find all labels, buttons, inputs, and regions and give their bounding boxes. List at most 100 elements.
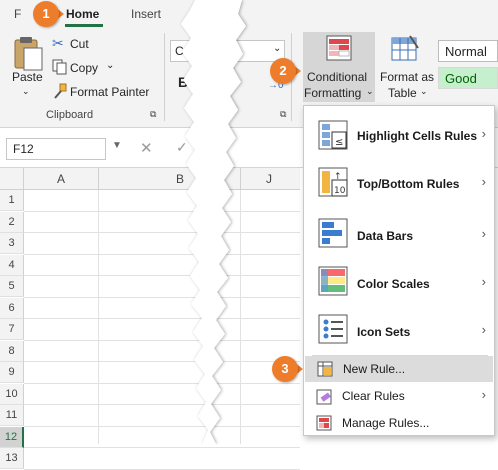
format-painter-label: Format Painter <box>70 85 150 99</box>
column-header-row: A B J <box>0 168 300 190</box>
eraser-icon <box>316 389 332 405</box>
tab-page-layout[interactable]: Pa <box>193 7 208 21</box>
gridline <box>24 361 300 362</box>
cut-button[interactable]: ✂ Cut <box>52 35 112 53</box>
gridline <box>24 275 300 276</box>
column-header-a[interactable]: A <box>57 172 65 186</box>
clipboard-group-label: Clipboard <box>46 109 94 121</box>
row-header[interactable]: 6 <box>0 297 24 319</box>
row-header[interactable]: 11 <box>0 405 24 426</box>
gridline <box>24 468 300 470</box>
menu-item-new-rule[interactable]: New Rule... <box>305 356 493 382</box>
cut-label: Cut <box>70 37 89 51</box>
cancel-entry-icon[interactable]: ✕ <box>140 139 153 157</box>
copy-label: Copy <box>70 61 99 75</box>
row-header[interactable]: 7 <box>0 319 24 340</box>
style-good-label: Good <box>445 71 477 86</box>
gridline <box>240 190 241 444</box>
menu-label-topbottom: Top/Bottom Rules <box>357 177 460 191</box>
row-header[interactable]: 2 <box>0 211 24 233</box>
color-scales-icon <box>318 266 348 296</box>
menu-label-clearrules: Clear Rules <box>342 389 405 403</box>
row-header[interactable]: 5 <box>0 276 24 297</box>
icon-sets-icon <box>318 314 348 344</box>
chevron-right-icon: › <box>481 274 486 289</box>
menu-label-colorscales: Color Scales <box>357 277 430 291</box>
row-header[interactable]: 1 <box>0 190 24 211</box>
conditional-formatting-button[interactable]: Conditional Formatting ⌄ <box>303 32 375 102</box>
scissors-icon: ✂ <box>52 35 64 51</box>
callout-badge-2: 2 <box>270 58 296 84</box>
chevron-down-icon[interactable]: ▼ <box>112 140 122 151</box>
confirm-entry-icon[interactable]: ✓ <box>176 139 188 156</box>
row-header[interactable]: 13 <box>0 448 24 469</box>
column-header-j[interactable]: J <box>266 172 272 186</box>
menu-item-manage-rules[interactable]: Manage Rules... <box>304 410 494 436</box>
menu-label-newrule: New Rule... <box>343 362 406 376</box>
chevron-right-icon: › <box>481 174 486 189</box>
chevron-down-icon: ⌄ <box>22 86 30 96</box>
conditional-formatting-label-2: Formatting <box>304 86 362 100</box>
callout-badge-3: 3 <box>272 356 298 382</box>
style-normal-label: Normal <box>445 44 487 59</box>
row-header[interactable]: 10 <box>0 383 24 405</box>
gridline <box>24 425 300 427</box>
format-painter-button[interactable]: Format Painter <box>52 83 152 101</box>
gridline <box>24 318 300 319</box>
row-header[interactable]: 3 <box>0 233 24 254</box>
select-all-corner[interactable] <box>0 168 24 190</box>
dialog-launcher-icon[interactable]: ⧉ <box>280 109 286 120</box>
chevron-right-icon: › <box>481 322 486 337</box>
gridline <box>24 210 300 212</box>
data-bars-icon <box>318 218 348 248</box>
style-good[interactable]: Good <box>438 67 498 89</box>
font-name-select[interactable]: Calibr ⌄ <box>170 40 285 62</box>
gridline <box>24 404 300 405</box>
gridline <box>24 253 300 255</box>
copy-icon <box>52 59 67 75</box>
chevron-right-icon: › <box>481 226 486 241</box>
conditional-formatting-menu: ≤ Highlight Cells Rules › 10 ↑ Top/Botto… <box>303 105 495 436</box>
chevron-down-icon: ⌄ <box>366 86 374 96</box>
conditional-formatting-label-1: Conditional <box>307 70 368 84</box>
menu-item-clear-rules[interactable]: Clear Rules › <box>304 384 494 410</box>
tab-home[interactable]: Home <box>66 7 99 21</box>
gridline <box>24 447 300 448</box>
callout-badge-1: 1 <box>33 1 59 27</box>
paste-button[interactable]: Paste ⌄ <box>8 34 48 96</box>
format-as-table-button[interactable]: Format as Table ⌄ <box>378 32 434 102</box>
tab-insert[interactable]: Insert <box>131 7 161 21</box>
row-header[interactable]: 8 <box>0 340 24 362</box>
copy-button[interactable]: Copy ⌄ <box>52 59 122 77</box>
top-bottom-rules-icon: 10 ↑ <box>318 167 348 197</box>
svg-text:≤: ≤ <box>335 137 343 148</box>
menu-item-color-scales[interactable]: Color Scales › <box>304 258 494 304</box>
svg-text:10: 10 <box>334 186 346 196</box>
gridline <box>24 382 300 384</box>
column-header-b[interactable]: B <box>176 172 184 186</box>
menu-item-top-bottom-rules[interactable]: 10 ↑ Top/Bottom Rules › <box>304 160 494 206</box>
bold-button[interactable]: B <box>178 74 188 90</box>
menu-item-data-bars[interactable]: Data Bars › <box>304 210 494 256</box>
format-as-table-label-1: Format as <box>380 70 435 84</box>
menu-label-managerules: Manage Rules... <box>342 416 430 430</box>
font-name-value: Calibr <box>175 44 207 58</box>
conditional-formatting-icon <box>326 35 352 61</box>
style-normal[interactable]: Normal <box>438 40 498 62</box>
name-box[interactable]: F12 <box>6 138 106 160</box>
highlight-cells-rules-icon: ≤ <box>318 120 348 150</box>
dialog-launcher-icon[interactable]: ⧉ <box>150 109 156 120</box>
chevron-down-icon: ⌄ <box>420 86 428 96</box>
chevron-right-icon: › <box>481 126 486 141</box>
gridline <box>24 339 300 341</box>
menu-item-highlight-cells-rules[interactable]: ≤ Highlight Cells Rules › <box>304 112 494 158</box>
paste-icon <box>14 37 43 71</box>
manage-rules-icon <box>316 415 332 431</box>
format-as-table-label-2: Table <box>388 86 417 100</box>
active-tab-indicator <box>65 24 103 27</box>
row-header[interactable]: 4 <box>0 254 24 276</box>
tab-file[interactable]: F <box>14 7 21 21</box>
row-header[interactable]: 9 <box>0 362 24 383</box>
menu-item-icon-sets[interactable]: Icon Sets › <box>304 306 494 352</box>
row-header[interactable]: 12 <box>0 426 24 448</box>
